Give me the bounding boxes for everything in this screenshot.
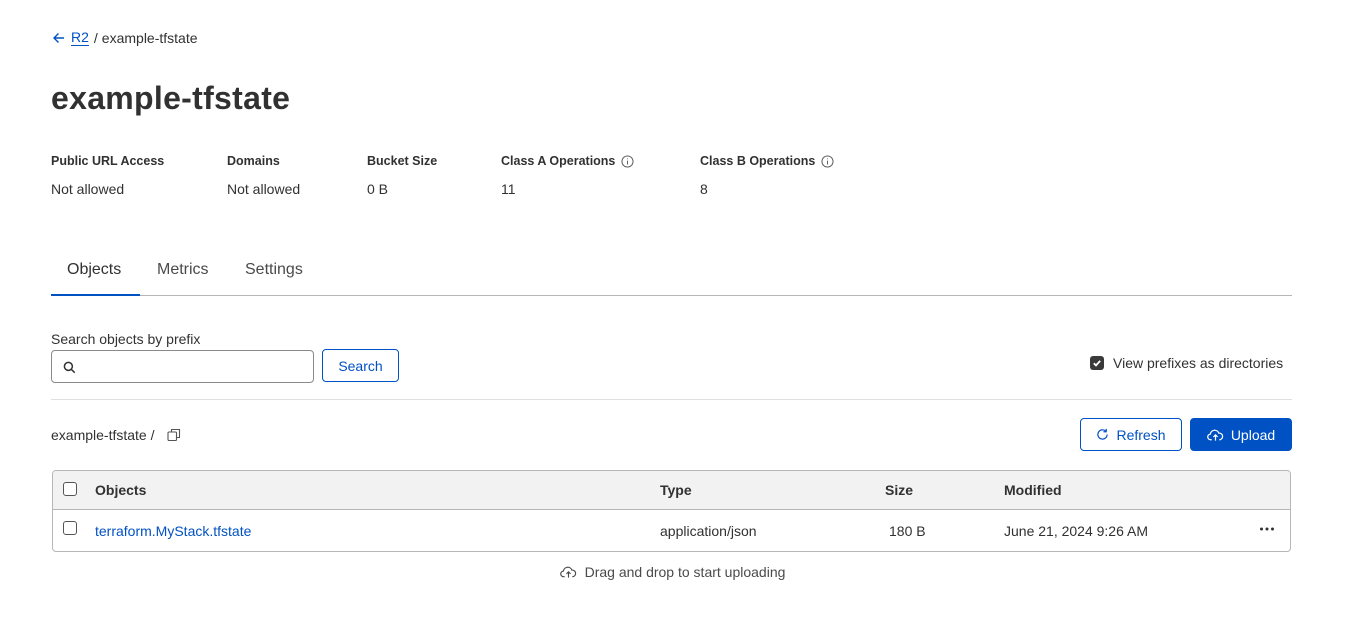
stat-value: 0 B xyxy=(367,181,389,197)
search-label: Search objects by prefix xyxy=(51,331,201,347)
refresh-icon xyxy=(1097,428,1109,440)
page-title: example-tfstate xyxy=(51,80,291,116)
info-icon[interactable] xyxy=(621,154,634,168)
stat-label: Domains xyxy=(227,154,280,168)
breadcrumb-current: example-tfstate xyxy=(101,30,198,46)
tab-bar: Objects Metrics Settings xyxy=(51,252,1292,296)
current-path: example-tfstate / xyxy=(51,427,181,443)
stat-value: Not allowed xyxy=(51,181,125,197)
view-prefixes-toggle[interactable]: View prefixes as directories xyxy=(1090,355,1283,371)
stat-value: Not allowed xyxy=(227,181,301,197)
view-prefixes-label: View prefixes as directories xyxy=(1113,355,1284,371)
column-header-type[interactable]: Type xyxy=(660,482,692,498)
stat-label: Bucket Size xyxy=(367,154,438,168)
active-tab-indicator xyxy=(51,294,140,296)
stat-bucket-size: Bucket Size 0 B xyxy=(367,153,437,197)
column-header-size[interactable]: Size xyxy=(885,482,913,498)
stat-value: 11 xyxy=(501,181,516,197)
breadcrumb-link-r2[interactable]: R2 xyxy=(71,30,89,46)
more-horizontal-icon[interactable] xyxy=(1257,521,1277,537)
upload-cloud-icon xyxy=(1206,429,1224,441)
upload-label: Upload xyxy=(1230,426,1276,443)
stat-domains: Domains Not allowed xyxy=(227,153,300,197)
stat-public-url-access: Public URL Access Not allowed xyxy=(51,153,164,197)
refresh-label: Refresh xyxy=(1116,426,1166,443)
object-modified: June 21, 2024 9:26 AM xyxy=(1004,523,1148,539)
divider xyxy=(51,399,1292,400)
stat-label: Class A Operations xyxy=(501,153,634,169)
stat-label: Class B Operations xyxy=(700,153,834,169)
arrow-left-icon[interactable] xyxy=(51,30,67,46)
copy-icon[interactable] xyxy=(166,428,181,442)
info-icon[interactable] xyxy=(821,154,834,168)
breadcrumb: R2 / example-tfstate xyxy=(51,29,198,47)
column-header-objects[interactable]: Objects xyxy=(95,482,146,498)
table-row: terraform.MyStack.tfstate application/js… xyxy=(53,510,1290,551)
row-checkbox[interactable] xyxy=(63,521,77,535)
object-type: application/json xyxy=(660,523,757,539)
checkbox-checked-icon[interactable] xyxy=(1090,356,1104,370)
tab-objects[interactable]: Objects xyxy=(67,261,121,279)
select-all-checkbox[interactable] xyxy=(63,482,77,496)
search-input-box[interactable] xyxy=(51,350,314,383)
upload-cloud-icon xyxy=(559,566,576,578)
dropzone-hint: Drag and drop to start uploading xyxy=(0,564,1345,580)
path-text: example-tfstate / xyxy=(51,427,155,443)
dropzone-text: Drag and drop to start uploading xyxy=(584,564,786,580)
breadcrumb-separator: / xyxy=(93,30,98,46)
refresh-button[interactable]: Refresh xyxy=(1080,418,1182,451)
objects-table: Objects Type Size Modified terraform.MyS… xyxy=(52,470,1291,552)
table-header: Objects Type Size Modified xyxy=(53,471,1290,510)
object-size: 180 B xyxy=(889,523,926,539)
column-header-modified[interactable]: Modified xyxy=(1004,482,1062,498)
stat-class-b-operations: Class B Operations 8 xyxy=(700,153,834,197)
object-name-link[interactable]: terraform.MyStack.tfstate xyxy=(95,523,251,539)
tab-settings[interactable]: Settings xyxy=(245,261,303,279)
search-button[interactable]: Search xyxy=(322,349,399,382)
stat-class-a-operations: Class A Operations 11 xyxy=(501,153,634,197)
search-input[interactable] xyxy=(84,355,308,379)
upload-button[interactable]: Upload xyxy=(1190,418,1292,451)
stat-label: Public URL Access xyxy=(51,154,165,168)
tab-metrics[interactable]: Metrics xyxy=(157,261,209,279)
stat-value: 8 xyxy=(700,181,708,197)
search-icon xyxy=(63,361,76,374)
